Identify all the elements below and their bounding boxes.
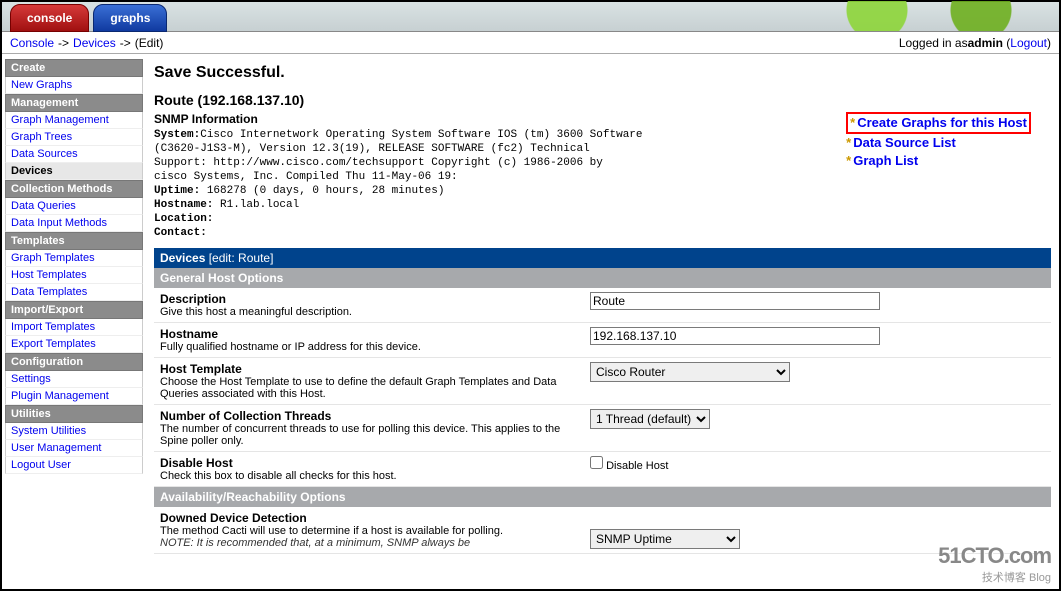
threads-label: Number of Collection Threads <box>160 409 578 423</box>
sidebar-item-data-input-methods[interactable]: Data Input Methods <box>11 217 107 229</box>
breadcrumb-edit: (Edit) <box>135 36 164 50</box>
host-form: DescriptionGive this host a meaningful d… <box>154 288 1051 487</box>
login-user: admin <box>968 36 1003 50</box>
breadcrumb-console[interactable]: Console <box>10 36 54 50</box>
host-template-select[interactable]: Cisco Router <box>590 362 790 382</box>
sidebar-head-configuration: Configuration <box>5 353 143 371</box>
sidebar-item-graph-management[interactable]: Graph Management <box>11 114 109 126</box>
sidebar-item-graph-trees[interactable]: Graph Trees <box>11 131 72 143</box>
description-input[interactable] <box>590 292 880 310</box>
star-icon: * <box>846 135 851 150</box>
sidebar-item-host-templates[interactable]: Host Templates <box>11 269 87 281</box>
description-label: Description <box>160 292 578 306</box>
star-icon: * <box>846 153 851 168</box>
sidebar-head-management: Management <box>5 94 143 112</box>
sidebar-item-settings[interactable]: Settings <box>11 373 51 385</box>
availability-form: Downed Device Detection The method Cacti… <box>154 507 1051 554</box>
devices-section-bar: Devices [edit: Route] <box>154 248 1051 268</box>
downed-detection-note: NOTE: It is recommended that, at a minim… <box>160 537 470 549</box>
tab-console[interactable]: console <box>10 4 89 32</box>
sidebar-item-system-utilities[interactable]: System Utilities <box>11 425 86 437</box>
sidebar-item-devices[interactable]: Devices <box>11 165 53 177</box>
snmp-info-text: System:Cisco Internetwork Operating Syst… <box>154 128 643 240</box>
sidebar-head-templates: Templates <box>5 232 143 250</box>
threads-select[interactable]: 1 Thread (default) <box>590 409 710 429</box>
save-successful-msg: Save Successful. <box>154 64 1051 82</box>
hostname-label: Hostname <box>160 327 578 341</box>
hostname-input[interactable] <box>590 327 880 345</box>
host-template-help: Choose the Host Template to use to defin… <box>160 376 556 400</box>
disable-host-label: Disable Host <box>160 456 578 470</box>
host-action-links: *Create Graphs for this Host *Data Sourc… <box>846 112 1051 240</box>
sidebar-item-plugin-management[interactable]: Plugin Management <box>11 390 109 402</box>
content: Save Successful. Route (192.168.137.10) … <box>146 54 1059 589</box>
sidebar-item-import-templates[interactable]: Import Templates <box>11 321 95 333</box>
sidebar-item-user-management[interactable]: User Management <box>11 442 102 454</box>
graph-list-link[interactable]: Graph List <box>853 153 918 168</box>
paren-close: ) <box>1047 36 1051 50</box>
downed-detection-label: Downed Device Detection <box>160 511 578 525</box>
snmp-info-label: SNMP Information <box>154 112 643 126</box>
data-source-list-link[interactable]: Data Source List <box>853 135 956 150</box>
login-prefix: Logged in as <box>899 36 968 50</box>
tab-graphs[interactable]: graphs <box>93 4 167 32</box>
sidebar-item-logout-user[interactable]: Logout User <box>11 459 71 471</box>
disable-host-checkbox-label[interactable]: Disable Host <box>590 460 668 472</box>
sidebar-item-data-sources[interactable]: Data Sources <box>11 148 78 160</box>
sidebar-item-data-templates[interactable]: Data Templates <box>11 286 87 298</box>
sidebar: Create New Graphs Management Graph Manag… <box>2 54 146 589</box>
general-host-options-bar: General Host Options <box>154 268 1051 288</box>
breadcrumb-devices[interactable]: Devices <box>73 36 116 50</box>
paren-open: ( <box>1003 36 1010 50</box>
sidebar-item-graph-templates[interactable]: Graph Templates <box>11 252 95 264</box>
breadcrumb: Console -> Devices -> (Edit) Logged in a… <box>2 32 1059 54</box>
logout-link[interactable]: Logout <box>1010 36 1047 50</box>
sidebar-item-export-templates[interactable]: Export Templates <box>11 338 96 350</box>
star-icon: * <box>850 115 855 130</box>
downed-detection-help: The method Cacti will use to determine i… <box>160 525 503 537</box>
availability-options-bar: Availability/Reachability Options <box>154 487 1051 507</box>
breadcrumb-sep: -> <box>120 36 131 50</box>
sidebar-head-import-export: Import/Export <box>5 301 143 319</box>
logo-art <box>799 1 1059 31</box>
hostname-help: Fully qualified hostname or IP address f… <box>160 341 421 353</box>
device-title: Route (192.168.137.10) <box>154 92 1051 108</box>
host-template-label: Host Template <box>160 362 578 376</box>
sidebar-item-data-queries[interactable]: Data Queries <box>11 200 76 212</box>
disable-host-help: Check this box to disable all checks for… <box>160 470 397 482</box>
sidebar-head-collection: Collection Methods <box>5 180 143 198</box>
downed-detection-select[interactable]: SNMP Uptime <box>590 529 740 549</box>
disable-host-checkbox[interactable] <box>590 456 603 469</box>
tab-bar: console graphs <box>2 2 1059 32</box>
sidebar-item-new-graphs[interactable]: New Graphs <box>11 79 72 91</box>
create-graphs-link[interactable]: Create Graphs for this Host <box>857 115 1027 130</box>
threads-help: The number of concurrent threads to use … <box>160 423 560 447</box>
sidebar-head-utilities: Utilities <box>5 405 143 423</box>
sidebar-head-create: Create <box>5 59 143 77</box>
description-help: Give this host a meaningful description. <box>160 306 352 318</box>
breadcrumb-sep: -> <box>58 36 69 50</box>
